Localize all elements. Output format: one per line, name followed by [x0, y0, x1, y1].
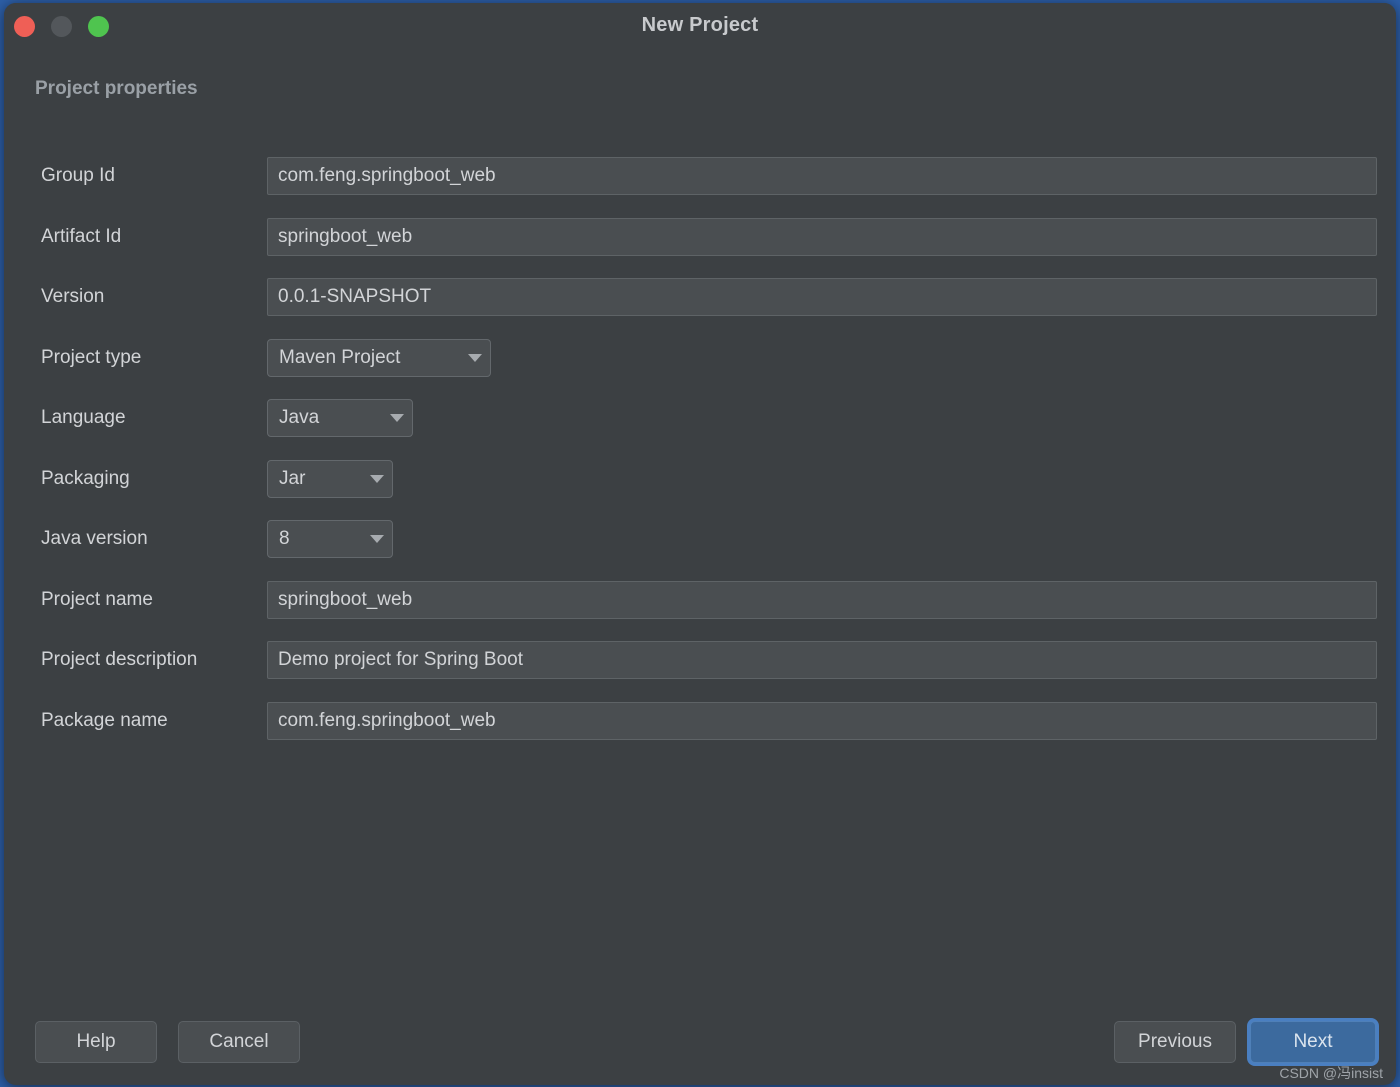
footer-left-actions: Help Cancel: [35, 1021, 300, 1063]
form-row-language: Language Java: [4, 388, 1396, 449]
label-group-id: Group Id: [41, 165, 115, 187]
label-packaging: Packaging: [41, 468, 130, 490]
watermark: CSDN @冯insist: [1279, 1063, 1383, 1083]
form-row-project-name: Project name: [4, 570, 1396, 631]
project-name-input[interactable]: [267, 581, 1377, 619]
field-wrap-project-description: [267, 641, 1377, 679]
dialog-content: Project properties Group Id Artifact Id …: [4, 50, 1396, 1085]
chevron-down-icon: [468, 354, 482, 362]
field-wrap-java-version: 8: [267, 520, 393, 558]
label-project-description: Project description: [41, 649, 197, 671]
language-dropdown[interactable]: Java: [267, 399, 413, 437]
project-description-input[interactable]: [267, 641, 1377, 679]
field-wrap-package-name: [267, 702, 1377, 740]
package-name-input[interactable]: [267, 702, 1377, 740]
field-wrap-artifact-id: [267, 218, 1377, 256]
cancel-button[interactable]: Cancel: [178, 1021, 300, 1063]
footer-right-actions: Previous Next: [1114, 1021, 1376, 1063]
form-row-version: Version: [4, 267, 1396, 328]
label-project-name: Project name: [41, 589, 153, 611]
label-package-name: Package name: [41, 710, 168, 732]
field-wrap-packaging: Jar: [267, 460, 393, 498]
chevron-down-icon: [370, 475, 384, 483]
window-title: New Project: [4, 14, 1396, 37]
project-type-dropdown[interactable]: Maven Project: [267, 339, 491, 377]
label-version: Version: [41, 286, 104, 308]
language-value: Java: [279, 407, 319, 429]
packaging-value: Jar: [279, 468, 305, 490]
java-version-dropdown[interactable]: 8: [267, 520, 393, 558]
field-wrap-project-name: [267, 581, 1377, 619]
project-type-value: Maven Project: [279, 347, 400, 369]
java-version-value: 8: [279, 528, 290, 550]
chevron-down-icon: [370, 535, 384, 543]
project-properties-form: Group Id Artifact Id Version: [4, 146, 1396, 751]
form-row-artifact-id: Artifact Id: [4, 207, 1396, 268]
form-row-group-id: Group Id: [4, 146, 1396, 207]
field-wrap-project-type: Maven Project: [267, 339, 491, 377]
form-row-project-type: Project type Maven Project: [4, 328, 1396, 389]
label-project-type: Project type: [41, 347, 141, 369]
label-language: Language: [41, 407, 126, 429]
next-button[interactable]: Next: [1250, 1021, 1376, 1063]
form-row-packaging: Packaging Jar: [4, 449, 1396, 510]
page-title: Project properties: [35, 78, 198, 100]
form-row-package-name: Package name: [4, 691, 1396, 752]
label-java-version: Java version: [41, 528, 148, 550]
packaging-dropdown[interactable]: Jar: [267, 460, 393, 498]
help-button[interactable]: Help: [35, 1021, 157, 1063]
label-artifact-id: Artifact Id: [41, 226, 121, 248]
new-project-dialog: New Project Project properties Group Id …: [4, 3, 1396, 1085]
chevron-down-icon: [390, 414, 404, 422]
version-input[interactable]: [267, 278, 1377, 316]
previous-button[interactable]: Previous: [1114, 1021, 1236, 1063]
title-bar: New Project: [4, 3, 1396, 50]
form-row-java-version: Java version 8: [4, 509, 1396, 570]
artifact-id-input[interactable]: [267, 218, 1377, 256]
field-wrap-group-id: [267, 157, 1377, 195]
field-wrap-version: [267, 278, 1377, 316]
form-row-project-description: Project description: [4, 630, 1396, 691]
group-id-input[interactable]: [267, 157, 1377, 195]
field-wrap-language: Java: [267, 399, 413, 437]
